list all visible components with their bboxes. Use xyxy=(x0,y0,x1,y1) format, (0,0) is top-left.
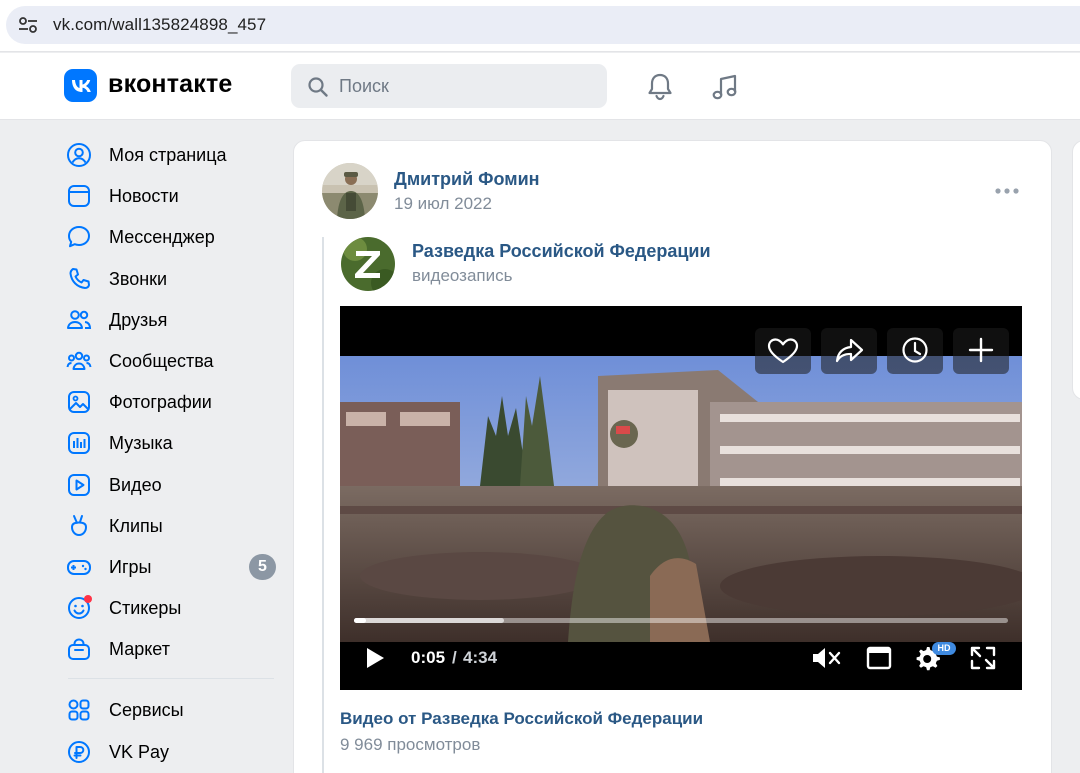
sidebar-item-label: Маркет xyxy=(109,639,170,660)
sidebar-item-label: Клипы xyxy=(109,515,163,536)
video-played-bar xyxy=(354,618,366,623)
search-box[interactable] xyxy=(291,64,607,108)
sidebar-item-market[interactable]: Маркет xyxy=(62,628,278,669)
site-settings-icon[interactable] xyxy=(18,16,38,34)
stickers-notification-dot xyxy=(84,595,92,604)
right-panel-edge xyxy=(1072,140,1080,400)
gamepad-icon xyxy=(67,559,91,575)
play-icon[interactable] xyxy=(364,646,386,670)
communities-icon xyxy=(66,351,92,370)
fullscreen-icon[interactable] xyxy=(967,644,999,672)
video-controls: 0:05 / 4:34 HD xyxy=(340,636,1022,690)
sidebar-item-my-page[interactable]: Моя страница xyxy=(62,134,278,175)
music-icon xyxy=(68,432,90,455)
miniplayer-icon[interactable] xyxy=(863,644,895,672)
sidebar-item-label: Музыка xyxy=(109,433,173,454)
url-text[interactable]: vk.com/wall135824898_457 xyxy=(53,15,266,35)
news-icon xyxy=(68,185,90,208)
music-note-icon[interactable] xyxy=(707,69,743,105)
chat-bubble-icon xyxy=(68,226,90,248)
sidebar-item-label: VK Pay xyxy=(109,741,170,762)
watch-later-button[interactable] xyxy=(887,328,943,374)
sidebar-item-games[interactable]: Игры 5 xyxy=(62,546,278,587)
sidebar-item-friends[interactable]: Друзья xyxy=(62,299,278,340)
browser-url-bar: vk.com/wall135824898_457 xyxy=(0,0,1080,52)
sidebar-item-label: Друзья xyxy=(109,309,168,330)
phone-icon xyxy=(69,267,90,289)
like-video-button[interactable] xyxy=(755,328,811,374)
source-community-name[interactable]: Разведка Российской Федерации xyxy=(412,241,711,262)
sidebar-item-label: Игры xyxy=(109,556,152,577)
sidebar-item-messenger[interactable]: Мессенджер xyxy=(62,216,278,257)
add-video-button[interactable] xyxy=(953,328,1009,374)
sidebar-item-label: Сервисы xyxy=(109,700,184,721)
video-view-count: 9 969 просмотров xyxy=(340,735,481,754)
sidebar-item-calls[interactable]: Звонки xyxy=(62,258,278,299)
vkpay-icon xyxy=(68,740,90,763)
friends-icon xyxy=(67,309,92,329)
sidebar-item-communities[interactable]: Сообщества xyxy=(62,340,278,381)
sidebar-item-stickers[interactable]: Стикеры xyxy=(62,587,278,628)
market-bag-icon xyxy=(68,638,90,661)
video-time-separator: / xyxy=(452,648,457,667)
source-content-type: видеозапись xyxy=(412,266,513,285)
search-input[interactable] xyxy=(339,64,589,108)
post-author-name[interactable]: Дмитрий Фомин xyxy=(394,169,540,190)
sidebar-item-label: Сообщества xyxy=(109,350,214,371)
mute-icon[interactable] xyxy=(810,644,842,672)
sidebar-item-news[interactable]: Новости xyxy=(62,175,278,216)
services-grid-icon xyxy=(68,699,90,721)
share-video-button[interactable] xyxy=(821,328,877,374)
user-circle-icon xyxy=(67,143,91,167)
address-field[interactable]: vk.com/wall135824898_457 xyxy=(6,6,1080,44)
video-frame xyxy=(340,356,1022,642)
sidebar-item-label: Моя страница xyxy=(109,145,227,165)
sidebar-item-label: Звонки xyxy=(109,268,168,289)
sidebar-item-label: Мессенджер xyxy=(109,227,215,248)
vk-logo-text[interactable]: вконтакте xyxy=(108,70,233,99)
vk-header: вконтакте xyxy=(0,53,1080,120)
games-count-badge: 5 xyxy=(249,553,276,580)
repost-indent-line xyxy=(322,237,324,773)
photo-icon xyxy=(68,391,90,414)
source-community-avatar[interactable] xyxy=(341,237,395,291)
sidebar-item-music[interactable]: Музыка xyxy=(62,422,278,463)
video-player[interactable]: 0:05 / 4:34 HD xyxy=(340,306,1022,690)
more-options-icon[interactable] xyxy=(994,185,1020,197)
author-avatar[interactable] xyxy=(322,163,378,219)
hd-quality-badge: HD xyxy=(932,642,956,655)
sidebar-item-clips[interactable]: Клипы xyxy=(62,505,278,546)
bell-icon[interactable] xyxy=(642,69,678,105)
sidebar-item-services[interactable]: Сервисы xyxy=(62,689,278,730)
sidebar-divider xyxy=(68,678,274,680)
post-date[interactable]: 19 июл 2022 xyxy=(394,194,492,214)
post-card: Дмитрий Фомин 19 июл 2022 Разведка Росси… xyxy=(293,140,1052,773)
search-icon xyxy=(308,77,328,97)
sidebar-item-label: Новости xyxy=(109,186,179,207)
heart-icon xyxy=(767,338,799,364)
share-arrow-icon xyxy=(835,338,864,363)
video-icon xyxy=(68,473,90,496)
plus-icon xyxy=(968,337,994,363)
sidebar-item-label: Фотографии xyxy=(109,392,212,413)
clips-icon xyxy=(71,514,87,536)
vk-logo-icon[interactable] xyxy=(64,69,97,102)
sidebar-item-label: Стикеры xyxy=(109,598,182,619)
sidebar-item-video[interactable]: Видео xyxy=(62,464,278,505)
video-buffered-bar xyxy=(354,618,505,623)
sidebar-item-vkpay[interactable]: VK Pay xyxy=(62,731,278,772)
video-total-time: 4:34 xyxy=(463,648,498,667)
video-title-link[interactable]: Видео от Разведка Российской Федерации xyxy=(340,709,703,729)
sidebar-item-label: Видео xyxy=(109,474,162,495)
clock-icon xyxy=(902,337,928,363)
left-sidebar: Моя страница Новости Мессенджер Звонки Д… xyxy=(62,134,278,772)
video-current-time: 0:05 xyxy=(411,648,446,667)
video-progress-bar[interactable] xyxy=(354,618,1008,623)
sidebar-item-photos[interactable]: Фотографии xyxy=(62,381,278,422)
